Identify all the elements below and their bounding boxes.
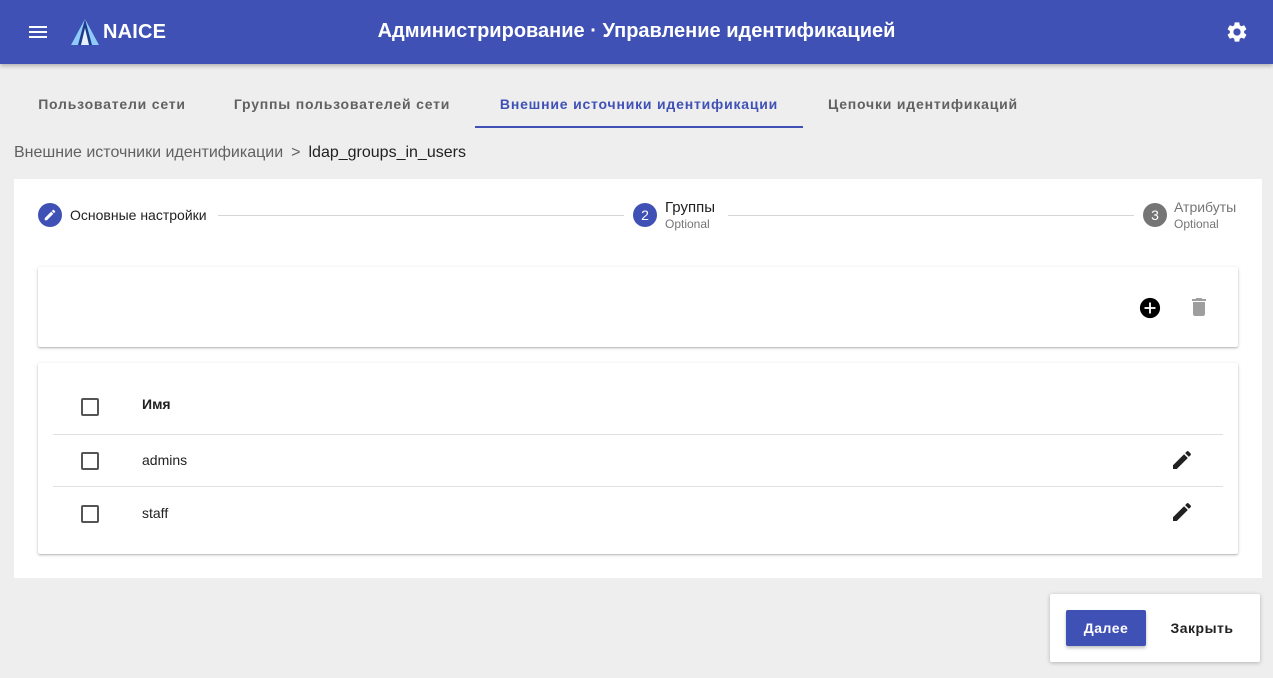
app-bar: NAICE Администрирование · Управление иде… [0, 0, 1273, 64]
step-1-circle[interactable] [38, 203, 62, 227]
toolbar-card [38, 267, 1238, 347]
tab-identity-chains[interactable]: Цепочки идентификаций [803, 80, 1043, 128]
breadcrumb-separator: > [291, 144, 301, 161]
column-header-name[interactable]: Имя [142, 396, 171, 412]
row-name: admins [142, 452, 188, 468]
next-button[interactable]: Далее [1066, 610, 1146, 646]
step-3-label[interactable]: Атрибуты [1174, 199, 1236, 215]
row-divider [53, 434, 1223, 435]
trash-icon[interactable] [1187, 295, 1211, 319]
edit-icon[interactable] [1170, 448, 1194, 472]
step-connector [728, 215, 1134, 216]
tab-network-user-groups[interactable]: Группы пользователей сети [210, 80, 474, 128]
close-button[interactable]: Закрыть [1160, 610, 1244, 646]
row-divider [53, 486, 1223, 487]
main-panel: Основные настройки 2 Группы Optional 3 А… [14, 179, 1262, 578]
edit-icon[interactable] [1170, 500, 1194, 524]
row-checkbox[interactable] [81, 505, 99, 523]
gear-icon[interactable] [1225, 20, 1249, 44]
step-2-circle[interactable]: 2 [633, 203, 657, 227]
breadcrumb-parent[interactable]: Внешние источники идентификации [14, 144, 283, 161]
row-checkbox[interactable] [81, 452, 99, 470]
step-connector [218, 215, 624, 216]
dialog-actions: Далее Закрыть [1050, 594, 1260, 662]
page-title: Администрирование · Управление идентифик… [377, 20, 896, 42]
row-name: staff [142, 505, 169, 521]
select-all-checkbox[interactable] [81, 398, 99, 416]
groups-table: Имя admins staff [38, 363, 1238, 554]
step-2-label[interactable]: Группы [665, 199, 715, 216]
step-3-circle[interactable]: 3 [1143, 203, 1167, 227]
add-circle-icon[interactable] [1139, 297, 1161, 319]
pencil-icon [44, 209, 56, 221]
tab-network-users[interactable]: Пользователи сети [14, 80, 210, 128]
step-2-sublabel: Optional [665, 217, 710, 231]
tab-external-identity-sources[interactable]: Внешние источники идентификации [475, 80, 803, 128]
step-1-label[interactable]: Основные настройки [70, 207, 207, 223]
step-3-sublabel: Optional [1174, 217, 1219, 231]
breadcrumb-current: ldap_groups_in_users [308, 144, 466, 161]
breadcrumb: Внешние источники идентификации > ldap_gro… [14, 144, 466, 162]
